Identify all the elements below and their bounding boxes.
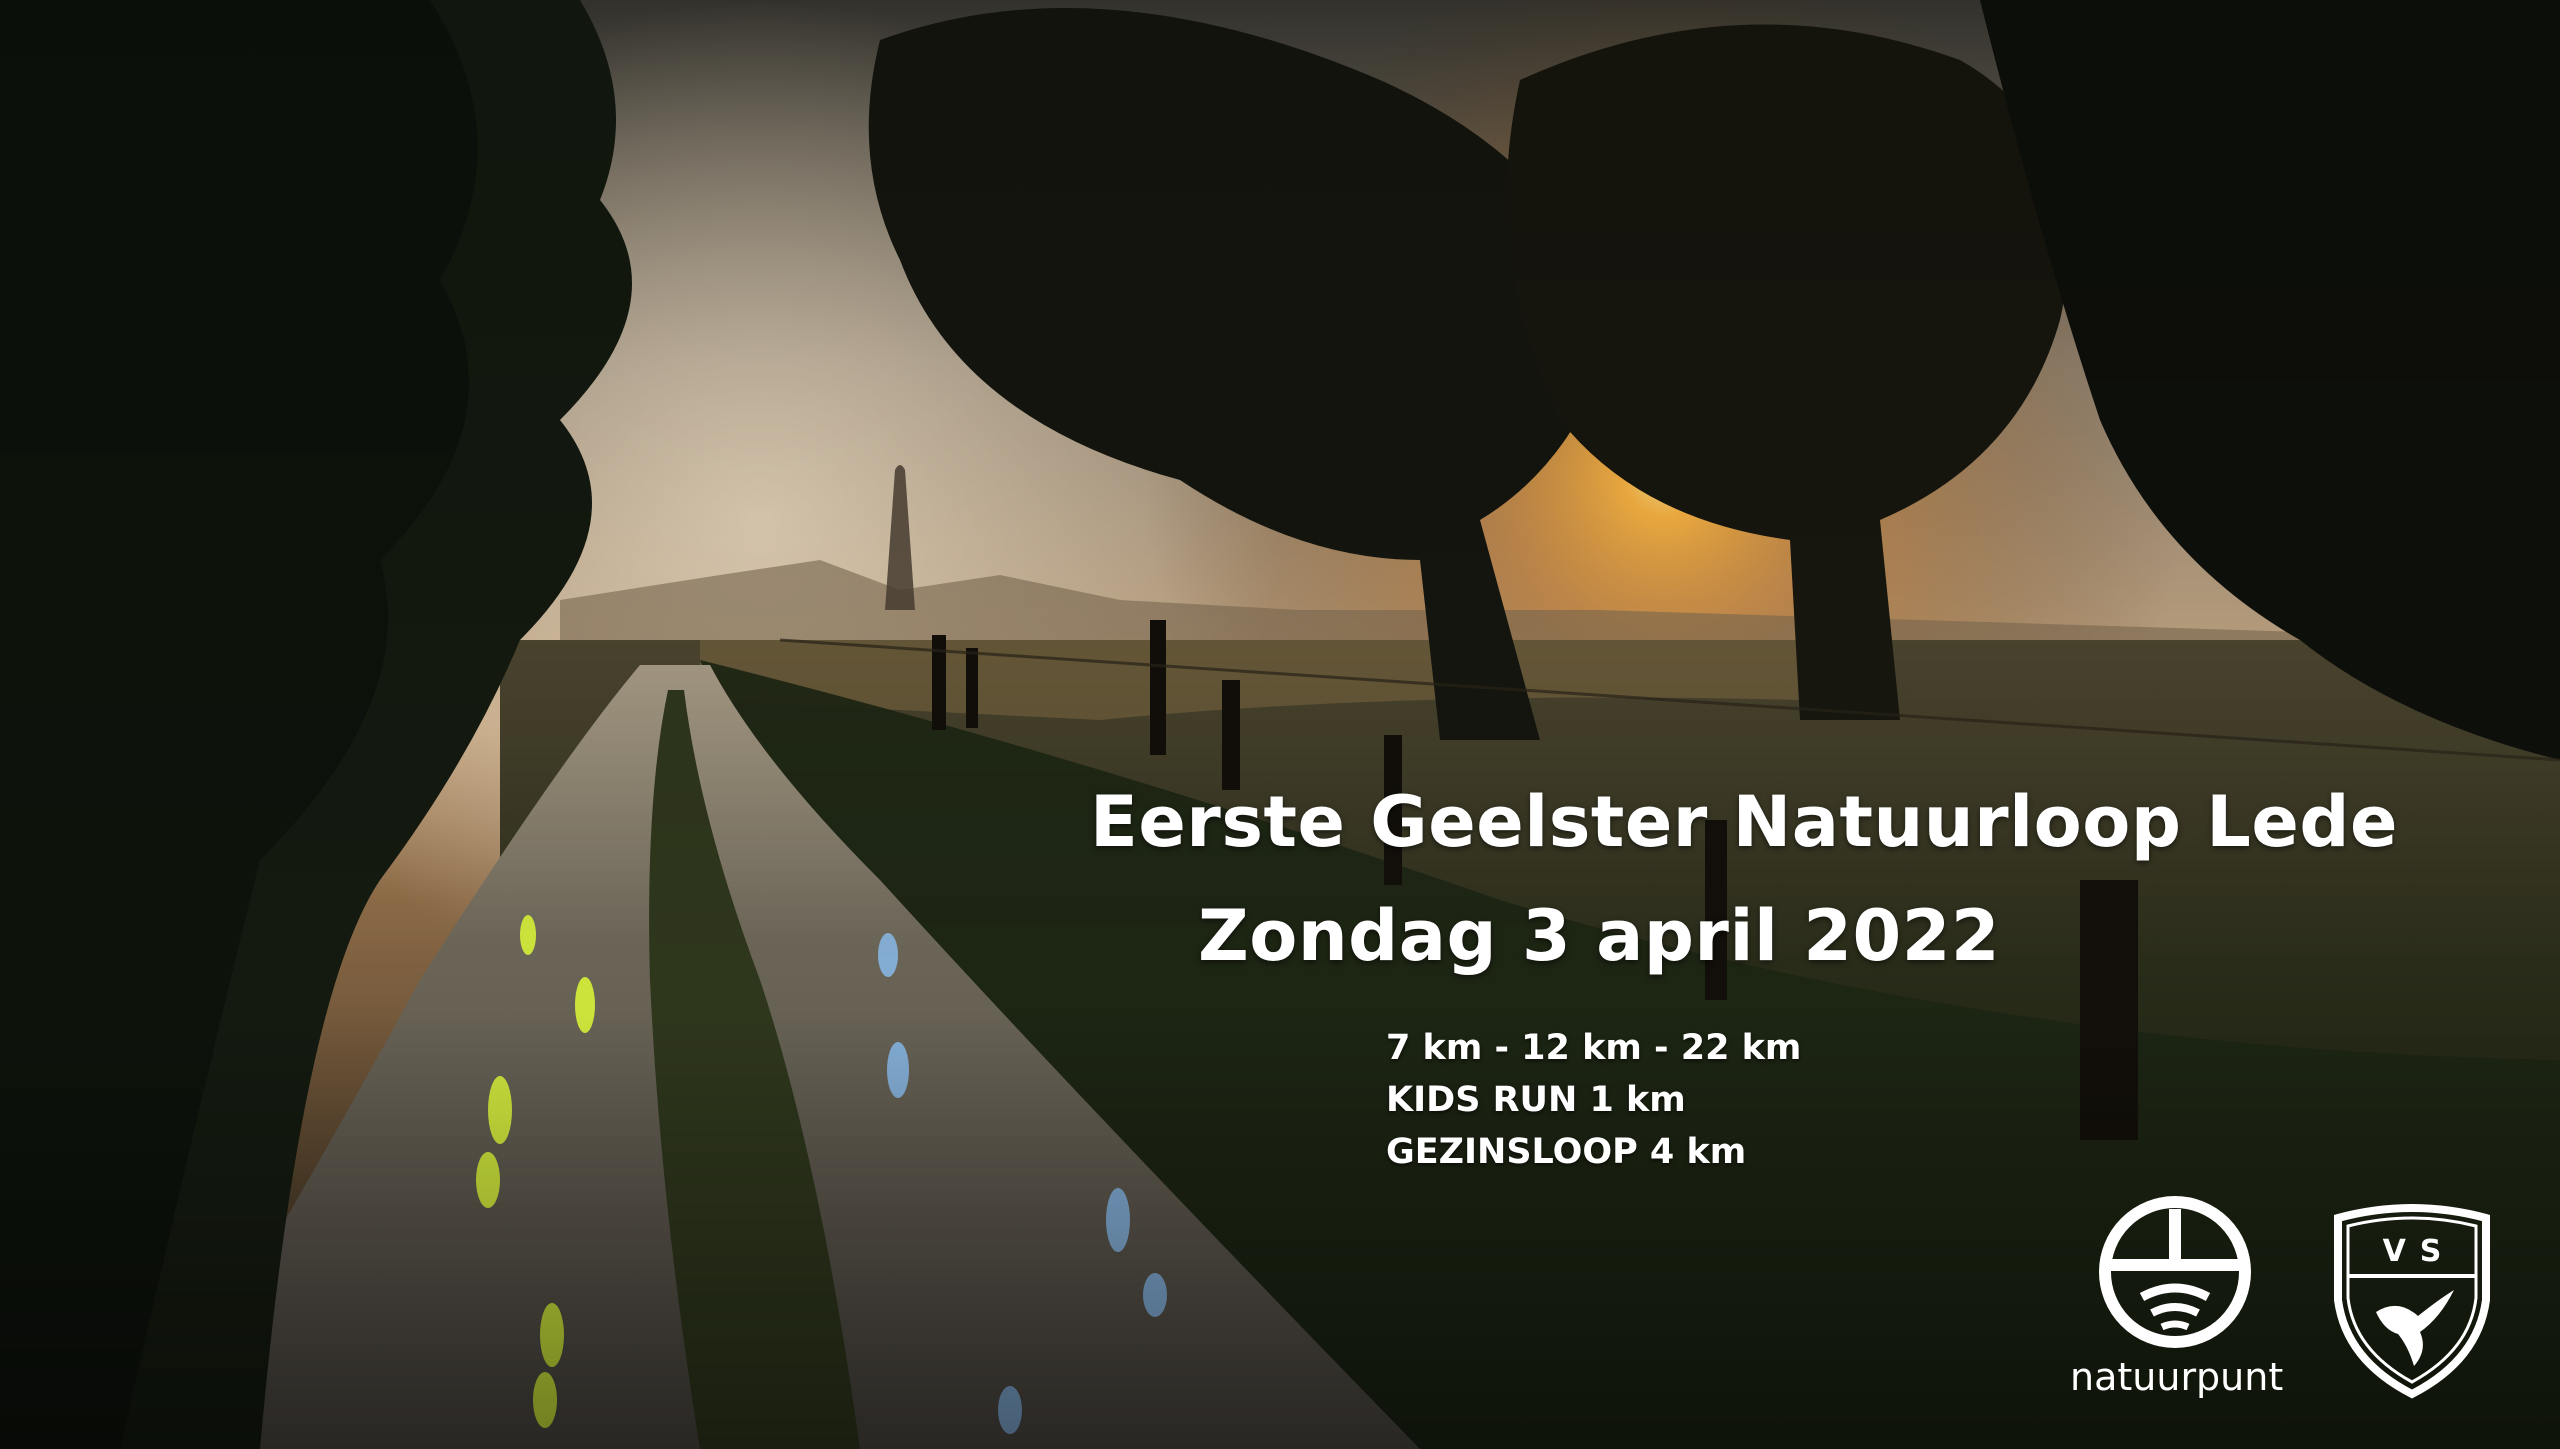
natuurpunt-logo: natuurpunt: [2070, 1195, 2284, 1405]
natuurpunt-emblem-icon: [2099, 1196, 2251, 1348]
event-date: Zondag 3 april 2022: [1198, 895, 2001, 977]
distance-list: 7 km - 12 km - 22 km KIDS RUN 1 km GEZIN…: [1386, 1022, 1801, 1178]
club-initials: VS: [2382, 1234, 2456, 1269]
distance-item: KIDS RUN 1 km: [1386, 1080, 1686, 1120]
natuurpunt-wordmark: natuurpunt: [2070, 1355, 2284, 1399]
distance-item: GEZINSLOOP 4 km: [1386, 1132, 1747, 1172]
event-title: Eerste Geelster Natuurloop Lede: [1090, 781, 2398, 863]
poster: Eerste Geelster Natuurloop Lede Zondag 3…: [0, 0, 2560, 1449]
distance-item: 7 km - 12 km - 22 km: [1386, 1028, 1802, 1068]
club-shield-logo: VS: [2328, 1204, 2496, 1400]
